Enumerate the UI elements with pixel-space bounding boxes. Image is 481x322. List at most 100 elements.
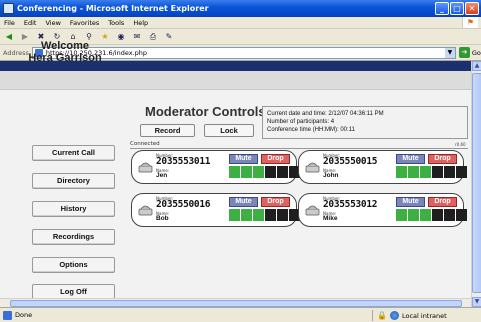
meter-segment	[277, 166, 288, 178]
scroll-thumb[interactable]	[472, 73, 481, 293]
moderator-controls-title: Moderator Controls	[145, 104, 266, 119]
phone-icon	[138, 162, 153, 173]
participant-number: 2035553011	[156, 156, 211, 167]
participant-count: Number of participants: 4	[267, 119, 335, 125]
drop-button[interactable]: Drop	[428, 154, 457, 164]
meter-segment	[456, 166, 467, 178]
participant-name: John	[323, 172, 339, 179]
close-button[interactable]: ✕	[465, 2, 479, 15]
window-title: Conferencing - Microsoft Internet Explor…	[17, 4, 209, 13]
mute-button[interactable]: Mute	[229, 197, 258, 207]
menu-file[interactable]: File	[4, 19, 15, 27]
drop-button[interactable]: Drop	[261, 154, 290, 164]
drop-button[interactable]: Drop	[261, 197, 290, 207]
conference-time: Conference time (HH:MM): 00:11	[267, 127, 355, 133]
phone-icon	[305, 162, 320, 173]
meter-segment	[241, 209, 252, 221]
audio-level-meter	[229, 166, 300, 178]
mute-button[interactable]: Mute	[396, 197, 425, 207]
recordings-button[interactable]: Recordings	[32, 229, 115, 245]
scroll-down-icon[interactable]: ▼	[472, 297, 481, 307]
participant-card: Number: 2035553011 Name: Jen Mute Drop	[131, 150, 300, 184]
meter-segment	[456, 209, 467, 221]
status-bar: Done 🔒 Local intranet	[0, 307, 481, 322]
participant-card: Number: 2035553012 Name: Mike Mute Drop	[298, 193, 467, 227]
meter-segment	[444, 166, 455, 178]
record-button[interactable]: Record	[140, 124, 195, 137]
participant-name: Bob	[156, 215, 169, 222]
meter-segment	[432, 209, 443, 221]
vertical-scrollbar[interactable]: ▲ ▼	[471, 61, 481, 307]
meter-segment	[420, 166, 431, 178]
intranet-icon	[389, 311, 399, 320]
meter-segment	[253, 209, 264, 221]
window-controls: _ □ ✕	[435, 2, 479, 15]
chevron-down-icon[interactable]: ▼	[444, 47, 455, 58]
mute-button[interactable]: Mute	[396, 154, 425, 164]
participant-card: Number: 2035550016 Name: Bob Mute Drop	[131, 193, 300, 227]
mute-button[interactable]: Mute	[229, 154, 258, 164]
meter-segment	[253, 166, 264, 178]
back-icon[interactable]: ◀	[3, 31, 15, 43]
conference-info-box: Current date and time: 2/12/07 04:36:11 …	[262, 106, 468, 139]
phone-icon	[305, 205, 320, 216]
menu-favorites[interactable]: Favorites	[70, 19, 99, 27]
participant-number: 2035550015	[323, 156, 378, 167]
meter-segment	[408, 166, 419, 178]
security-zone: 🔒 Local intranet	[372, 310, 447, 321]
user-name: Hera Garrison	[28, 52, 102, 64]
go-button[interactable]: ➔ Go	[458, 47, 481, 58]
meter-segment	[229, 209, 240, 221]
meter-segment	[396, 209, 407, 221]
options-button[interactable]: Options	[32, 257, 115, 273]
scroll-up-icon[interactable]: ▲	[472, 61, 481, 71]
current-datetime: Current date and time: 2/12/07 04:36:11 …	[267, 111, 384, 117]
print-icon[interactable]: ⎙	[147, 31, 159, 43]
zone-label: Local intranet	[401, 311, 447, 320]
go-arrow-icon: ➔	[458, 47, 470, 58]
edit-icon[interactable]: ✎	[163, 31, 175, 43]
status-text: Done	[15, 311, 33, 319]
connected-label: Connected	[130, 141, 160, 147]
participant-card: Number: 2035550015 Name: John Mute Drop	[298, 150, 467, 184]
meter-segment	[396, 166, 407, 178]
current-call-button[interactable]: Current Call	[32, 145, 115, 161]
minimize-button[interactable]: _	[435, 2, 449, 15]
history-button[interactable]: History	[32, 201, 115, 217]
participant-name: Mike	[323, 215, 338, 222]
meter-segment	[229, 166, 240, 178]
subheader-band	[0, 71, 471, 90]
meter-segment	[241, 166, 252, 178]
lock-icon: 🔒	[377, 311, 387, 320]
audio-level-meter	[396, 209, 467, 221]
participant-number: 2035550016	[156, 199, 211, 210]
lock-button[interactable]: Lock	[204, 124, 254, 137]
window-title-bar: Conferencing - Microsoft Internet Explor…	[0, 0, 481, 17]
meter-segment	[432, 166, 443, 178]
media-icon[interactable]: ◉	[115, 31, 127, 43]
menu-edit[interactable]: Edit	[24, 19, 37, 27]
page-done-icon	[3, 310, 12, 320]
ie-icon	[3, 3, 14, 14]
meter-segment	[420, 209, 431, 221]
participant-number: 2035553012	[323, 199, 378, 210]
menu-help[interactable]: Help	[133, 19, 148, 27]
menu-tools[interactable]: Tools	[108, 19, 124, 27]
horizontal-scrollbar[interactable]	[0, 298, 471, 307]
horizontal-scroll-thumb[interactable]	[10, 300, 462, 307]
divider	[130, 148, 468, 149]
mail-icon[interactable]: ✉	[131, 31, 143, 43]
meter-segment	[265, 166, 276, 178]
phone-icon	[138, 205, 153, 216]
windows-logo-icon: ⚑	[462, 17, 478, 28]
maximize-button[interactable]: □	[450, 2, 464, 15]
audio-level-meter	[229, 209, 300, 221]
meter-segment	[277, 209, 288, 221]
drop-button[interactable]: Drop	[428, 197, 457, 207]
menu-view[interactable]: View	[45, 19, 60, 27]
participant-name: Jen	[156, 172, 168, 179]
meter-segment	[265, 209, 276, 221]
menu-bar: File Edit View Favorites Tools Help ⚑	[0, 17, 481, 29]
directory-button[interactable]: Directory	[32, 173, 115, 189]
meter-segment	[444, 209, 455, 221]
